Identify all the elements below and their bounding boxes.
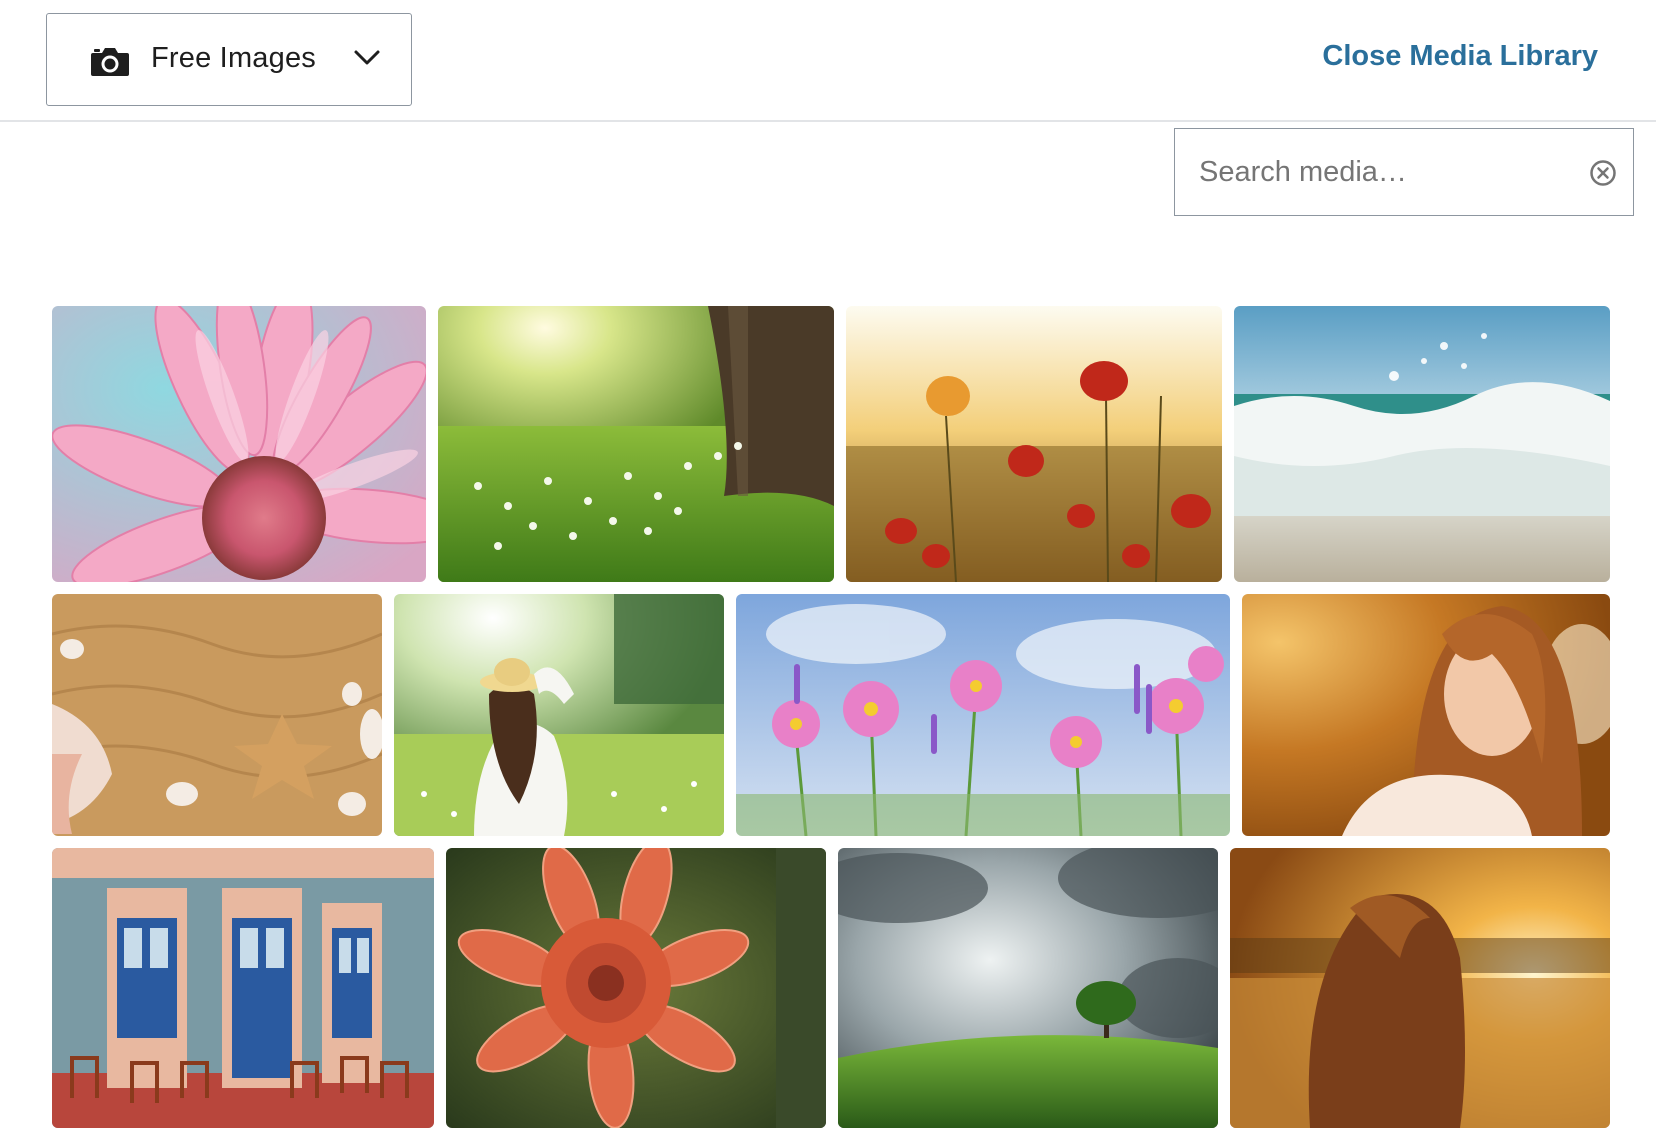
storm-tree-image [838,848,1218,1128]
cafe-facade-image [52,848,434,1128]
media-thumbnail-pink-daisy[interactable] [52,306,426,582]
media-thumbnail-girl-sunset-field[interactable] [1230,848,1610,1128]
media-thumbnail-orange-dahlia[interactable] [446,848,826,1128]
media-thumbnail-woman-portrait[interactable] [1242,594,1610,836]
pink-daisy-image [52,306,426,582]
media-thumbnail-sunny-meadow[interactable] [438,306,834,582]
media-thumbnail-ocean-wave[interactable] [1234,306,1610,582]
media-thumbnail-cafe-facade[interactable] [52,848,434,1128]
ocean-wave-image [1234,306,1610,582]
camera-icon [91,48,129,76]
media-thumbnail-storm-tree[interactable] [838,848,1218,1128]
media-thumbnail-poppy-field[interactable] [846,306,1222,582]
poppy-field-image [846,306,1222,582]
media-thumbnail-cosmos-flowers-sky[interactable] [736,594,1230,836]
search-media-input[interactable] [1199,149,1569,195]
media-library-header: Free Images Close Media Library [0,0,1656,122]
media-source-label: Free Images [151,42,316,74]
woman-portrait-image [1242,594,1610,836]
seashells-sand-image [52,594,382,836]
search-media-box [1174,128,1634,216]
media-thumbnail-woman-in-meadow[interactable] [394,594,724,836]
cosmos-flowers-sky-image [736,594,1230,836]
media-thumbnail-seashells-sand[interactable] [52,594,382,836]
sunny-meadow-image [438,306,834,582]
girl-sunset-field-image [1230,848,1610,1128]
close-media-library-link[interactable]: Close Media Library [1322,40,1598,73]
woman-in-meadow-image [394,594,724,836]
media-source-dropdown[interactable]: Free Images [46,13,412,106]
clear-circle-x-icon[interactable] [1589,159,1617,187]
orange-dahlia-image [446,848,826,1128]
chevron-down-icon [354,50,380,65]
